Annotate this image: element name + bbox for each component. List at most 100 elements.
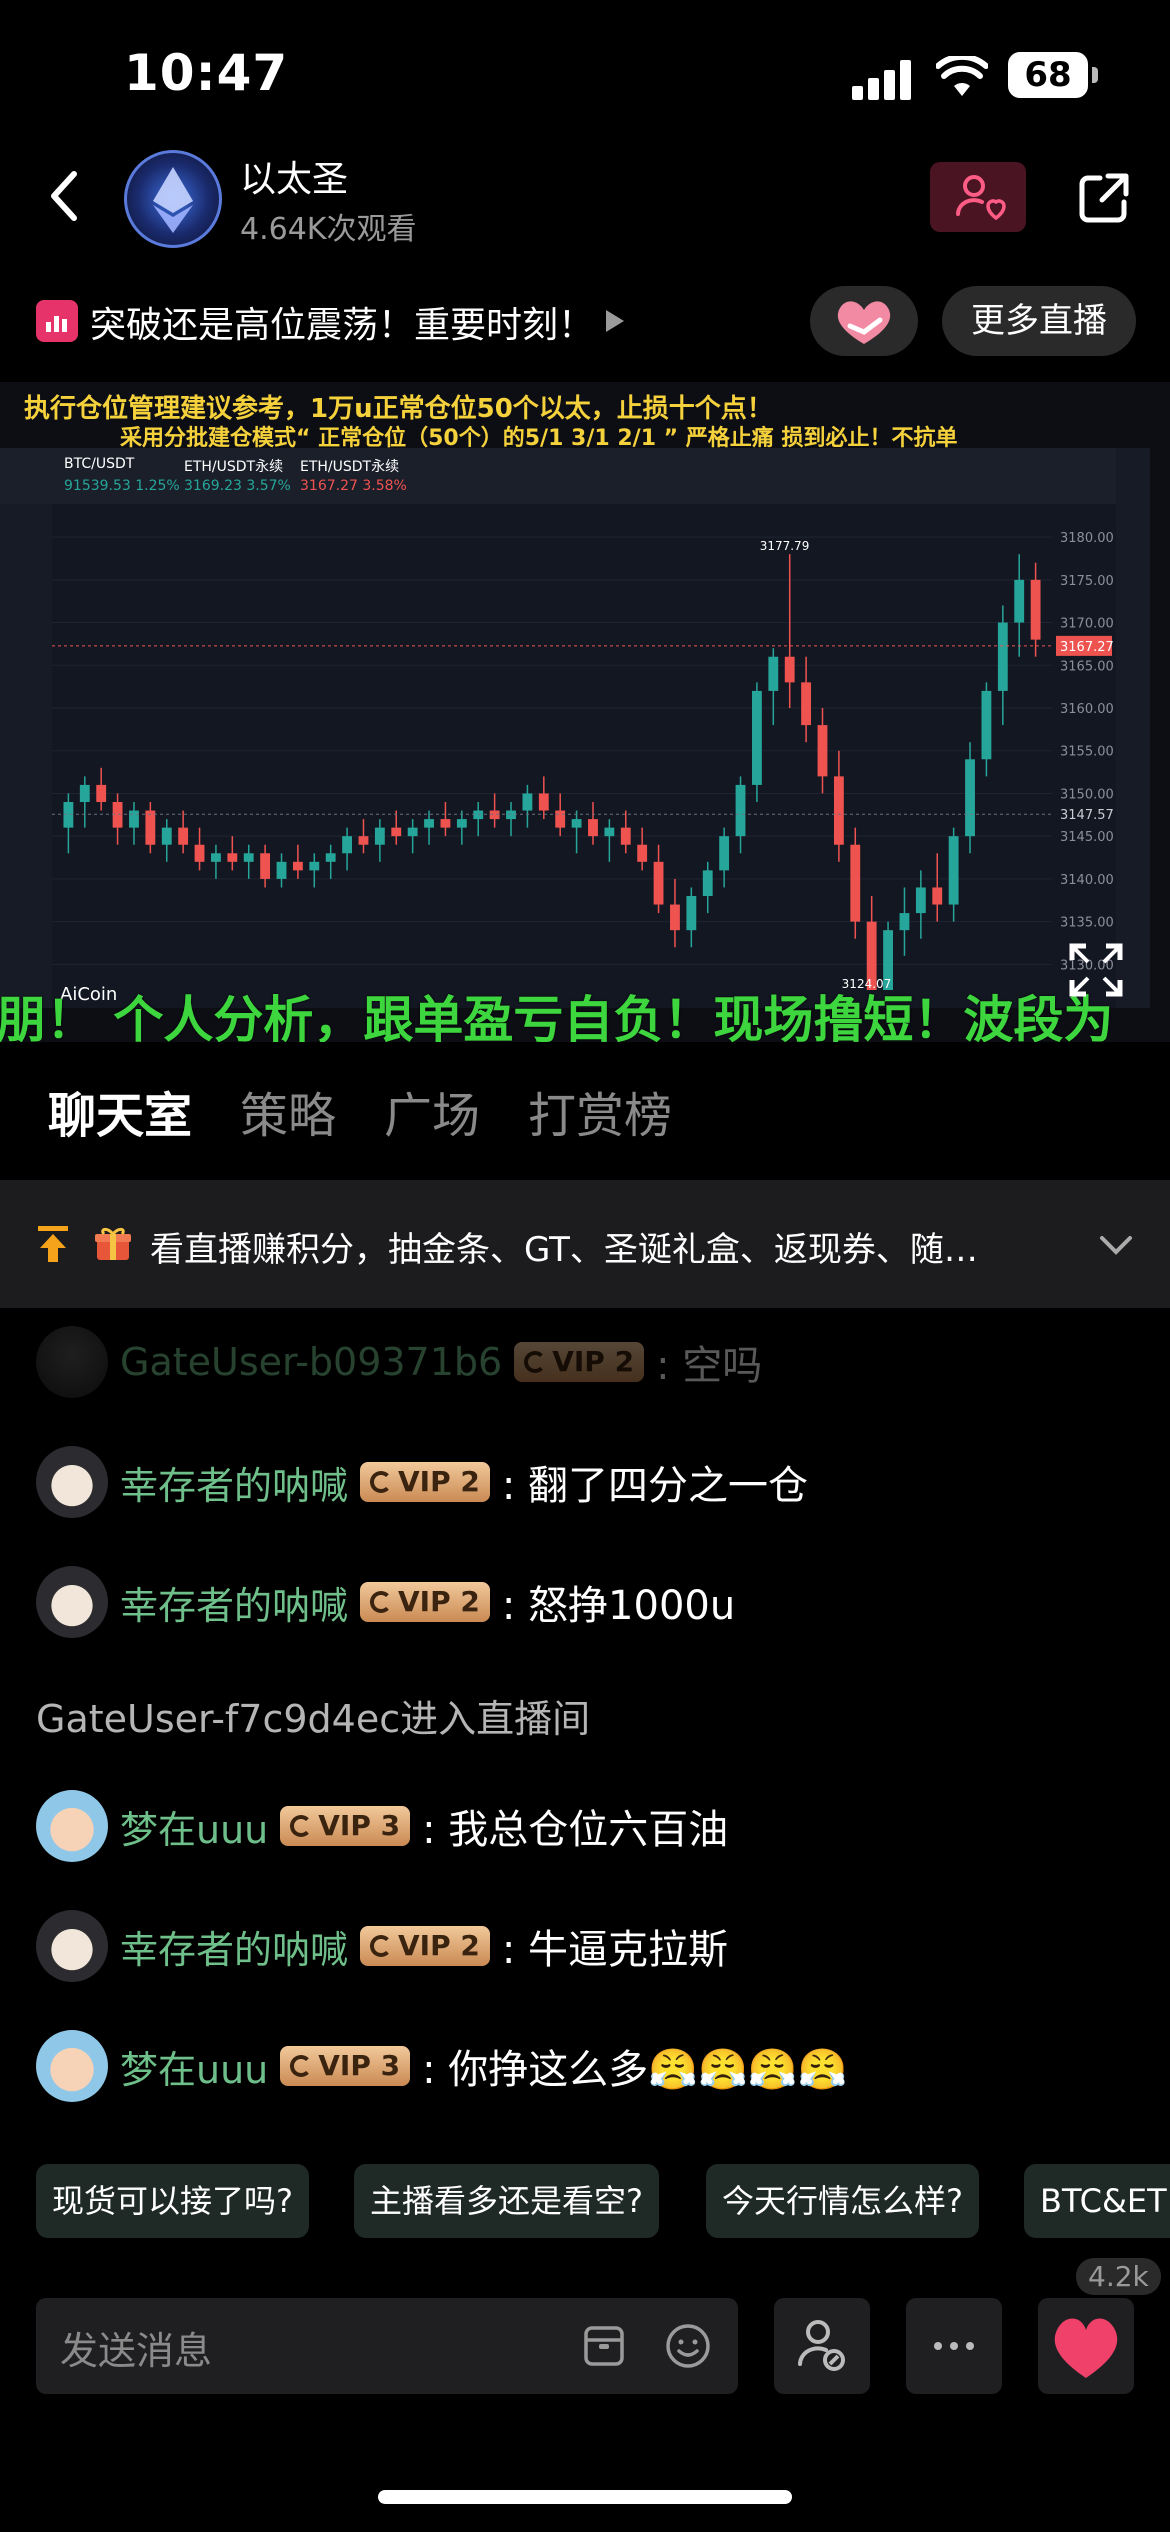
candle-body <box>686 896 697 931</box>
box-icon[interactable] <box>582 2324 626 2368</box>
candle-body <box>555 810 566 828</box>
candle-body <box>735 784 746 837</box>
candle-body <box>129 810 139 828</box>
chat-username[interactable]: 幸存者的呐喊 <box>120 1919 348 1974</box>
live-topic-title[interactable]: 突破还是高位震荡！重要时刻！ <box>90 296 594 348</box>
candle-body <box>522 793 533 811</box>
chat-message[interactable]: 幸存者的呐喊 VIP 2: 牛逼克拉斯 <box>36 1904 728 1988</box>
candle-body <box>112 802 123 828</box>
chat-text: : 怒挣1000u <box>501 1583 736 1629</box>
wifi-icon <box>936 56 988 96</box>
candle-body <box>702 870 713 896</box>
user-avatar[interactable] <box>36 1566 108 1638</box>
candle-body <box>965 759 975 837</box>
quick-reply-chip[interactable]: 今天行情怎么样? <box>706 2164 979 2238</box>
chat-username[interactable]: 梦在uuu <box>120 2039 268 2094</box>
vip-level: VIP 3 <box>318 2049 401 2082</box>
candle-body <box>96 784 107 802</box>
chat-username[interactable]: 幸存者的呐喊 <box>120 1575 348 1630</box>
y-tick-label: 3180.00 <box>1060 531 1114 546</box>
chart-right-toolbar <box>1116 448 1150 1008</box>
tab-tip-ranking[interactable]: 打赏榜 <box>528 1076 672 1146</box>
vip-badge: VIP 2 <box>360 1462 490 1502</box>
share-icon[interactable] <box>1074 168 1134 228</box>
candle-body <box>1030 579 1041 640</box>
fullscreen-icon[interactable] <box>1066 940 1126 1000</box>
candle-body <box>653 861 664 905</box>
candle-body <box>981 690 992 760</box>
candle-body <box>1014 579 1025 623</box>
user-avatar[interactable] <box>36 1910 108 1982</box>
y-tick-label: 3155.00 <box>1060 745 1114 760</box>
vip-badge: VIP 2 <box>514 1342 645 1382</box>
user-avatar[interactable] <box>36 1326 108 1398</box>
chat-username[interactable]: GateUser-b09371b6 <box>120 1340 502 1384</box>
user-avatar[interactable] <box>36 2030 108 2102</box>
tab-square[interactable]: 广场 <box>384 1076 480 1146</box>
user-avatar[interactable] <box>36 1790 108 1862</box>
vip-badge: VIP 2 <box>360 1582 490 1622</box>
chart-tab-3: ETH/USDT永续 <box>300 459 400 475</box>
profile-button[interactable] <box>774 2298 870 2394</box>
more-live-button[interactable]: 更多直播 <box>942 286 1136 356</box>
emoji-icon[interactable] <box>664 2322 712 2370</box>
quick-reply-chip[interactable]: 现货可以接了吗? <box>36 2164 309 2238</box>
quick-reply-chip[interactable]: BTC&ET <box>1024 2164 1170 2238</box>
candle-body <box>79 784 90 802</box>
person-heart-icon <box>956 175 1006 221</box>
candle-body <box>670 904 680 931</box>
candle-body <box>194 844 205 862</box>
chat-text: : 我总仓位六百油 <box>422 1807 729 1853</box>
y-tick-label: 3150.00 <box>1060 787 1114 802</box>
chat-message[interactable]: 幸存者的呐喊 VIP 2: 翻了四分之一仓 <box>36 1440 808 1524</box>
vip-level: VIP 3 <box>318 1809 401 1842</box>
chat-message[interactable]: 幸存者的呐喊 VIP 2 : 怒挣1000u <box>36 1560 735 1644</box>
chat-username[interactable]: 幸存者的呐喊 <box>120 1455 348 1510</box>
follow-button[interactable] <box>930 162 1026 232</box>
tab-strategy[interactable]: 策略 <box>240 1076 336 1146</box>
candle-body <box>817 725 828 777</box>
vip-coin-icon <box>524 1351 547 1373</box>
chat-text: : 空吗 <box>656 1343 763 1389</box>
candle-body <box>833 776 844 845</box>
y-tick-label: 3175.00 <box>1060 574 1114 589</box>
candle-body <box>489 810 500 820</box>
status-time: 10:47 <box>124 44 289 102</box>
candle-body <box>571 819 582 828</box>
candle-body <box>752 690 762 785</box>
chart-left-toolbar <box>0 504 52 1008</box>
chat-text: : 你挣这么多😤😤😤😤 <box>422 2047 848 2093</box>
user-avatar[interactable] <box>36 1446 108 1518</box>
candle-body <box>243 853 254 862</box>
y-tick-label: 3135.00 <box>1060 916 1114 931</box>
streamer-avatar[interactable] <box>124 150 222 248</box>
chat-username[interactable]: 梦在uuu <box>120 1799 268 1854</box>
play-icon[interactable] <box>606 310 624 332</box>
candle-body <box>227 853 238 862</box>
candle-body <box>276 861 287 879</box>
vip-coin-icon <box>290 2055 313 2077</box>
candle-body <box>850 844 861 922</box>
chat-message[interactable]: 梦在uuu VIP 3 : 我总仓位六百油 <box>36 1784 728 1868</box>
tab-chatroom[interactable]: 聊天室 <box>48 1076 192 1146</box>
quick-reply-chip[interactable]: 主播看多还是看空? <box>354 2164 659 2238</box>
ethereum-logo-icon <box>153 167 193 233</box>
person-settings-icon <box>798 2320 845 2371</box>
chevron-down-icon[interactable] <box>1098 1234 1134 1256</box>
system-join-message: GateUser-f7c9d4ec进入直播间 <box>36 1697 591 1741</box>
candle-body <box>260 853 271 879</box>
candle-body <box>915 887 926 914</box>
candle-body <box>637 844 648 862</box>
gift-heart-button[interactable] <box>810 286 918 356</box>
battery-indicator: 68 <box>1008 52 1098 98</box>
home-indicator[interactable] <box>378 2490 792 2504</box>
like-button[interactable] <box>1038 2298 1134 2394</box>
back-arrow-icon[interactable] <box>44 166 84 226</box>
chat-message[interactable]: 梦在uuu VIP 3 : 你挣这么多😤😤😤😤 <box>36 2024 848 2108</box>
vip-coin-icon <box>370 1935 393 1957</box>
candle-body <box>538 793 549 811</box>
more-options-button[interactable] <box>906 2298 1002 2394</box>
chat-message[interactable]: GateUser-b09371b6 VIP 2 : 空吗 <box>36 1320 762 1404</box>
view-count: 4.64K次观看 <box>240 212 417 247</box>
bar-chart-icon <box>36 300 78 342</box>
